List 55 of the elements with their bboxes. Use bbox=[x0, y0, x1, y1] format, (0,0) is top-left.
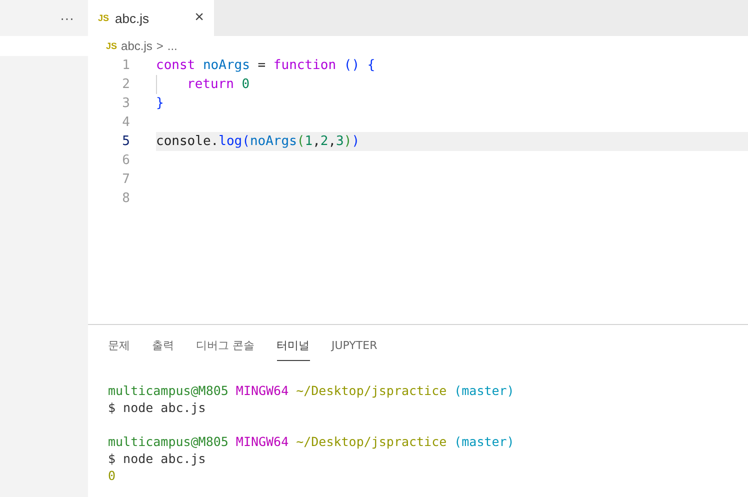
code-token: 2 bbox=[320, 134, 328, 149]
code-token: function bbox=[273, 58, 336, 73]
terminal-text: ~/Desktop/jspractice bbox=[296, 383, 447, 400]
code-token: , bbox=[328, 134, 336, 149]
code-token: { bbox=[366, 58, 376, 73]
line-number: 5 bbox=[121, 134, 131, 149]
breadcrumb-item[interactable]: ... bbox=[167, 39, 178, 53]
code-token: noArgs bbox=[250, 134, 297, 149]
code-token: () bbox=[342, 58, 360, 73]
line-number: 8 bbox=[121, 191, 131, 206]
code-token: ( bbox=[296, 134, 305, 149]
js-file-icon: JS bbox=[98, 13, 110, 23]
terminal-text: multicampus@M805 bbox=[108, 434, 228, 451]
terminal-text: MINGW64 bbox=[236, 434, 289, 451]
terminal[interactable]: multicampus@M805 MINGW64 ~/Desktop/jspractice (master) $ node abc.js multicampus@M805 MINGW64 ~/Desktop/jspractice (master) $ node abc.js 0 bbox=[88, 361, 748, 497]
more-actions-button[interactable]: ··· bbox=[60, 10, 74, 26]
code-token: 0 bbox=[240, 77, 250, 92]
breadcrumb-separator: > bbox=[156, 39, 164, 53]
terminal-text: 0 bbox=[108, 468, 116, 485]
line-number: 7 bbox=[121, 172, 131, 187]
close-icon[interactable]: × bbox=[194, 9, 204, 27]
code-token: , bbox=[312, 134, 320, 149]
terminal-text: multicampus@M805 bbox=[108, 383, 228, 400]
line-number: 4 bbox=[121, 115, 131, 130]
code-token: log bbox=[218, 134, 242, 149]
terminal-text: ~/Desktop/jspractice bbox=[296, 434, 447, 451]
terminal-text: $ node abc.js bbox=[108, 451, 206, 468]
tab-label: abc.js bbox=[115, 10, 149, 26]
breadcrumb-item[interactable]: abc.js bbox=[121, 39, 152, 53]
code-token: 1 bbox=[304, 134, 313, 149]
editor-tab[interactable]: JS abc.js × bbox=[88, 0, 214, 36]
line-number: 6 bbox=[121, 153, 131, 168]
terminal-text: MINGW64 bbox=[236, 383, 289, 400]
code-token: } bbox=[156, 96, 164, 111]
panel-tab[interactable]: 문제 bbox=[108, 335, 130, 361]
code-token: = bbox=[256, 58, 267, 73]
js-file-icon: JS bbox=[106, 41, 118, 51]
panel-tab[interactable]: 출력 bbox=[152, 335, 174, 361]
code-token: return bbox=[187, 77, 234, 92]
line-number: 2 bbox=[121, 77, 131, 92]
code-token: noArgs bbox=[202, 58, 250, 73]
code-token: const bbox=[156, 58, 196, 73]
code-token: ) bbox=[344, 134, 352, 149]
terminal-text: $ node abc.js bbox=[108, 400, 206, 417]
code-token: 3 bbox=[336, 134, 344, 149]
terminal-text: (master) bbox=[454, 434, 514, 451]
panel-tab[interactable]: 디버그 콘솔 bbox=[196, 335, 254, 361]
panel-tab[interactable]: JUPYTER bbox=[332, 335, 378, 361]
code-token: ) bbox=[352, 134, 360, 149]
code-token: ( bbox=[242, 134, 250, 149]
panel-tab[interactable]: 터미널 bbox=[276, 335, 310, 361]
line-number: 3 bbox=[121, 96, 131, 111]
line-number: 1 bbox=[121, 58, 131, 73]
terminal-text: (master) bbox=[454, 383, 514, 400]
code-token: console. bbox=[156, 134, 219, 149]
